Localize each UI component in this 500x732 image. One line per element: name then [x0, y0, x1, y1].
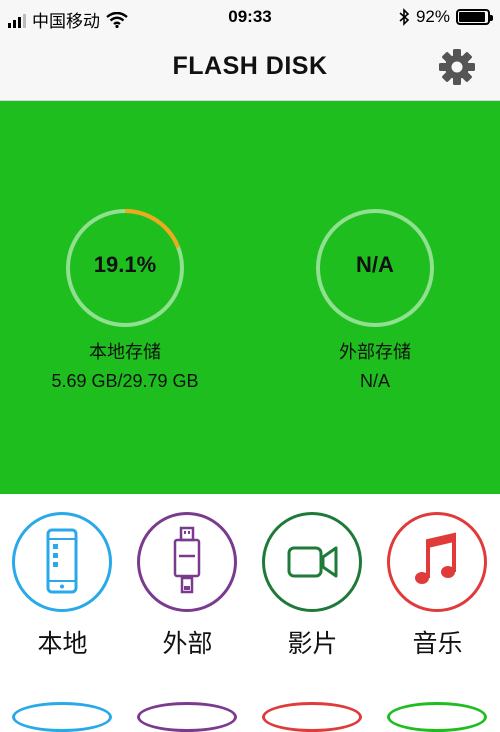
tile-video[interactable]: 影片	[250, 512, 375, 672]
battery-level-fill	[459, 12, 485, 22]
battery-icon	[456, 9, 493, 25]
tile-external[interactable]: 外部	[125, 512, 250, 672]
video-ring	[262, 512, 362, 612]
navigation-bar: FLASH DISK	[0, 36, 500, 101]
local-storage-gauge: 19.1%	[63, 206, 187, 330]
local-ring	[12, 512, 112, 612]
tile-local[interactable]: 本地	[0, 512, 125, 672]
music-note-icon	[415, 532, 456, 584]
tile-label-external: 外部	[162, 629, 213, 658]
storage-summary-panel: 19.1% N/A 本地存储 外部存储 5.69 GB/29.79 GB N/A	[0, 101, 500, 494]
next-row-tile-1[interactable]	[12, 702, 112, 732]
next-row-tile-3[interactable]	[262, 702, 362, 732]
usb-drive-icon	[173, 526, 201, 594]
music-ring	[387, 512, 487, 612]
local-storage-label: 本地存储	[89, 342, 161, 363]
status-right: 92%	[398, 7, 493, 27]
next-row-tile-2[interactable]	[137, 702, 237, 732]
tile-label-music: 音乐	[412, 629, 463, 658]
local-storage-size: 5.69 GB/29.79 GB	[51, 371, 199, 391]
bluetooth-icon	[399, 8, 410, 26]
app-title: FLASH DISK	[172, 52, 328, 80]
next-row-tile-4[interactable]	[387, 702, 487, 732]
local-storage-percent: 19.1%	[93, 252, 157, 277]
status-bar: 中国移动 09:33 92%	[0, 0, 500, 36]
external-storage-gauge: N/A	[313, 206, 437, 330]
external-storage-size: N/A	[359, 371, 390, 391]
external-storage-label: 外部存储	[339, 342, 411, 363]
external-ring	[137, 512, 237, 612]
tile-music[interactable]: 音乐	[375, 512, 500, 672]
battery-percent: 92%	[415, 7, 450, 26]
gear-icon	[439, 49, 475, 85]
category-grid: 本地 外部 影片 音乐	[0, 494, 500, 732]
tile-label-local: 本地	[37, 629, 88, 658]
external-storage-percent: N/A	[356, 252, 394, 277]
tile-label-video: 影片	[287, 629, 338, 658]
phone-icon	[46, 528, 78, 594]
settings-button[interactable]	[438, 48, 476, 86]
video-camera-icon	[287, 546, 338, 578]
